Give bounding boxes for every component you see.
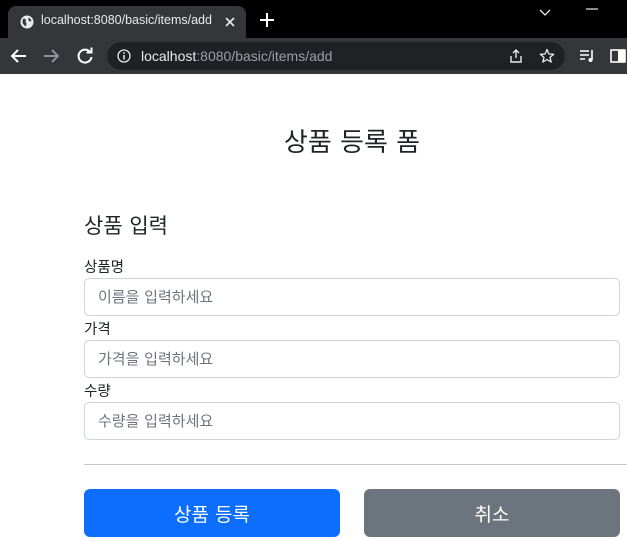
arrow-left-icon[interactable] bbox=[9, 46, 29, 66]
submit-button[interactable]: 상품 등록 bbox=[84, 489, 340, 537]
quantity-input[interactable] bbox=[84, 402, 620, 440]
item-name-input[interactable] bbox=[84, 278, 620, 316]
browser-tab[interactable]: localhost:8080/basic/items/add bbox=[8, 6, 246, 38]
quantity-label: 수량 bbox=[84, 384, 111, 400]
arrow-right-icon[interactable] bbox=[41, 46, 61, 66]
star-icon[interactable] bbox=[539, 48, 555, 64]
globe-icon bbox=[20, 15, 34, 29]
minimize-icon[interactable] bbox=[585, 8, 599, 18]
url-path: :8080/basic/items/add bbox=[196, 48, 333, 64]
tab-title: localhost:8080/basic/items/add bbox=[41, 13, 212, 27]
media-queue-icon[interactable] bbox=[578, 47, 596, 65]
price-input[interactable] bbox=[84, 340, 620, 378]
page-title: 상품 등록 폼 bbox=[283, 128, 421, 158]
chevron-down-icon[interactable] bbox=[538, 8, 552, 18]
item-name-label: 상품명 bbox=[84, 260, 125, 276]
browser-toolbar: localhost:8080/basic/items/add bbox=[0, 38, 627, 74]
section-title: 상품 입력 bbox=[84, 214, 168, 238]
close-icon[interactable] bbox=[223, 15, 237, 29]
plus-icon[interactable] bbox=[259, 12, 275, 28]
divider bbox=[84, 464, 627, 465]
address-bar[interactable]: localhost:8080/basic/items/add bbox=[107, 42, 565, 70]
cancel-button[interactable]: 취소 bbox=[364, 489, 620, 537]
url-text: localhost:8080/basic/items/add bbox=[141, 48, 332, 64]
url-host: localhost bbox=[141, 48, 197, 64]
reload-icon[interactable] bbox=[75, 46, 95, 66]
price-label: 가격 bbox=[84, 322, 111, 338]
browser-tabstrip: localhost:8080/basic/items/add bbox=[0, 0, 627, 38]
info-icon[interactable] bbox=[117, 49, 131, 63]
side-panel-icon[interactable] bbox=[609, 47, 627, 65]
share-icon[interactable] bbox=[508, 48, 524, 64]
page-content: 상품 등록 폼 상품 입력 상품명 가격 수량 상품 등록 취소 bbox=[0, 74, 627, 542]
